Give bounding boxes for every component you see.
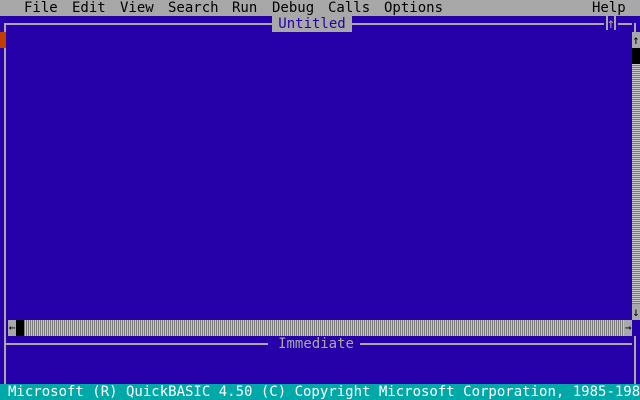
scroll-up-arrow-icon[interactable]: ↑	[632, 32, 640, 48]
status-bar: Microsoft (R) QuickBASIC 4.50 (C) Copyri…	[0, 384, 640, 400]
up-arrow-icon: ↑	[606, 16, 616, 32]
menu-debug[interactable]: Debug	[272, 0, 314, 16]
immediate-title: Immediate	[272, 336, 360, 352]
text-cursor	[0, 32, 8, 48]
menu-edit[interactable]: Edit	[72, 0, 106, 16]
menu-options[interactable]: Options	[384, 0, 443, 16]
horizontal-scroll-thumb[interactable]	[16, 320, 24, 336]
menu-view[interactable]: View	[120, 0, 154, 16]
editor-left-border	[4, 23, 6, 384]
menu-search[interactable]: Search	[168, 0, 219, 16]
editor-right-border-top	[634, 23, 636, 32]
menu-calls[interactable]: Calls	[328, 0, 370, 16]
menu-help[interactable]: Help	[592, 0, 626, 16]
maximize-button[interactable]: ↑	[604, 16, 618, 32]
scroll-left-arrow-icon[interactable]: ←	[8, 320, 16, 336]
horizontal-scrollbar[interactable]	[8, 320, 632, 336]
immediate-right-border	[634, 336, 636, 384]
immediate-top-border-left	[4, 343, 268, 345]
vertical-scrollbar[interactable]	[632, 32, 640, 320]
immediate-top-border-right	[360, 343, 632, 345]
menu-file[interactable]: File	[24, 0, 58, 16]
vertical-scroll-thumb[interactable]	[632, 48, 640, 64]
menu-run[interactable]: Run	[232, 0, 257, 16]
scroll-right-arrow-icon[interactable]: →	[624, 320, 632, 336]
menu-bar: File Edit View Search Run Debug Calls Op…	[0, 0, 640, 16]
editor-title: Untitled	[272, 16, 352, 32]
scroll-down-arrow-icon[interactable]: ↓	[632, 304, 640, 320]
